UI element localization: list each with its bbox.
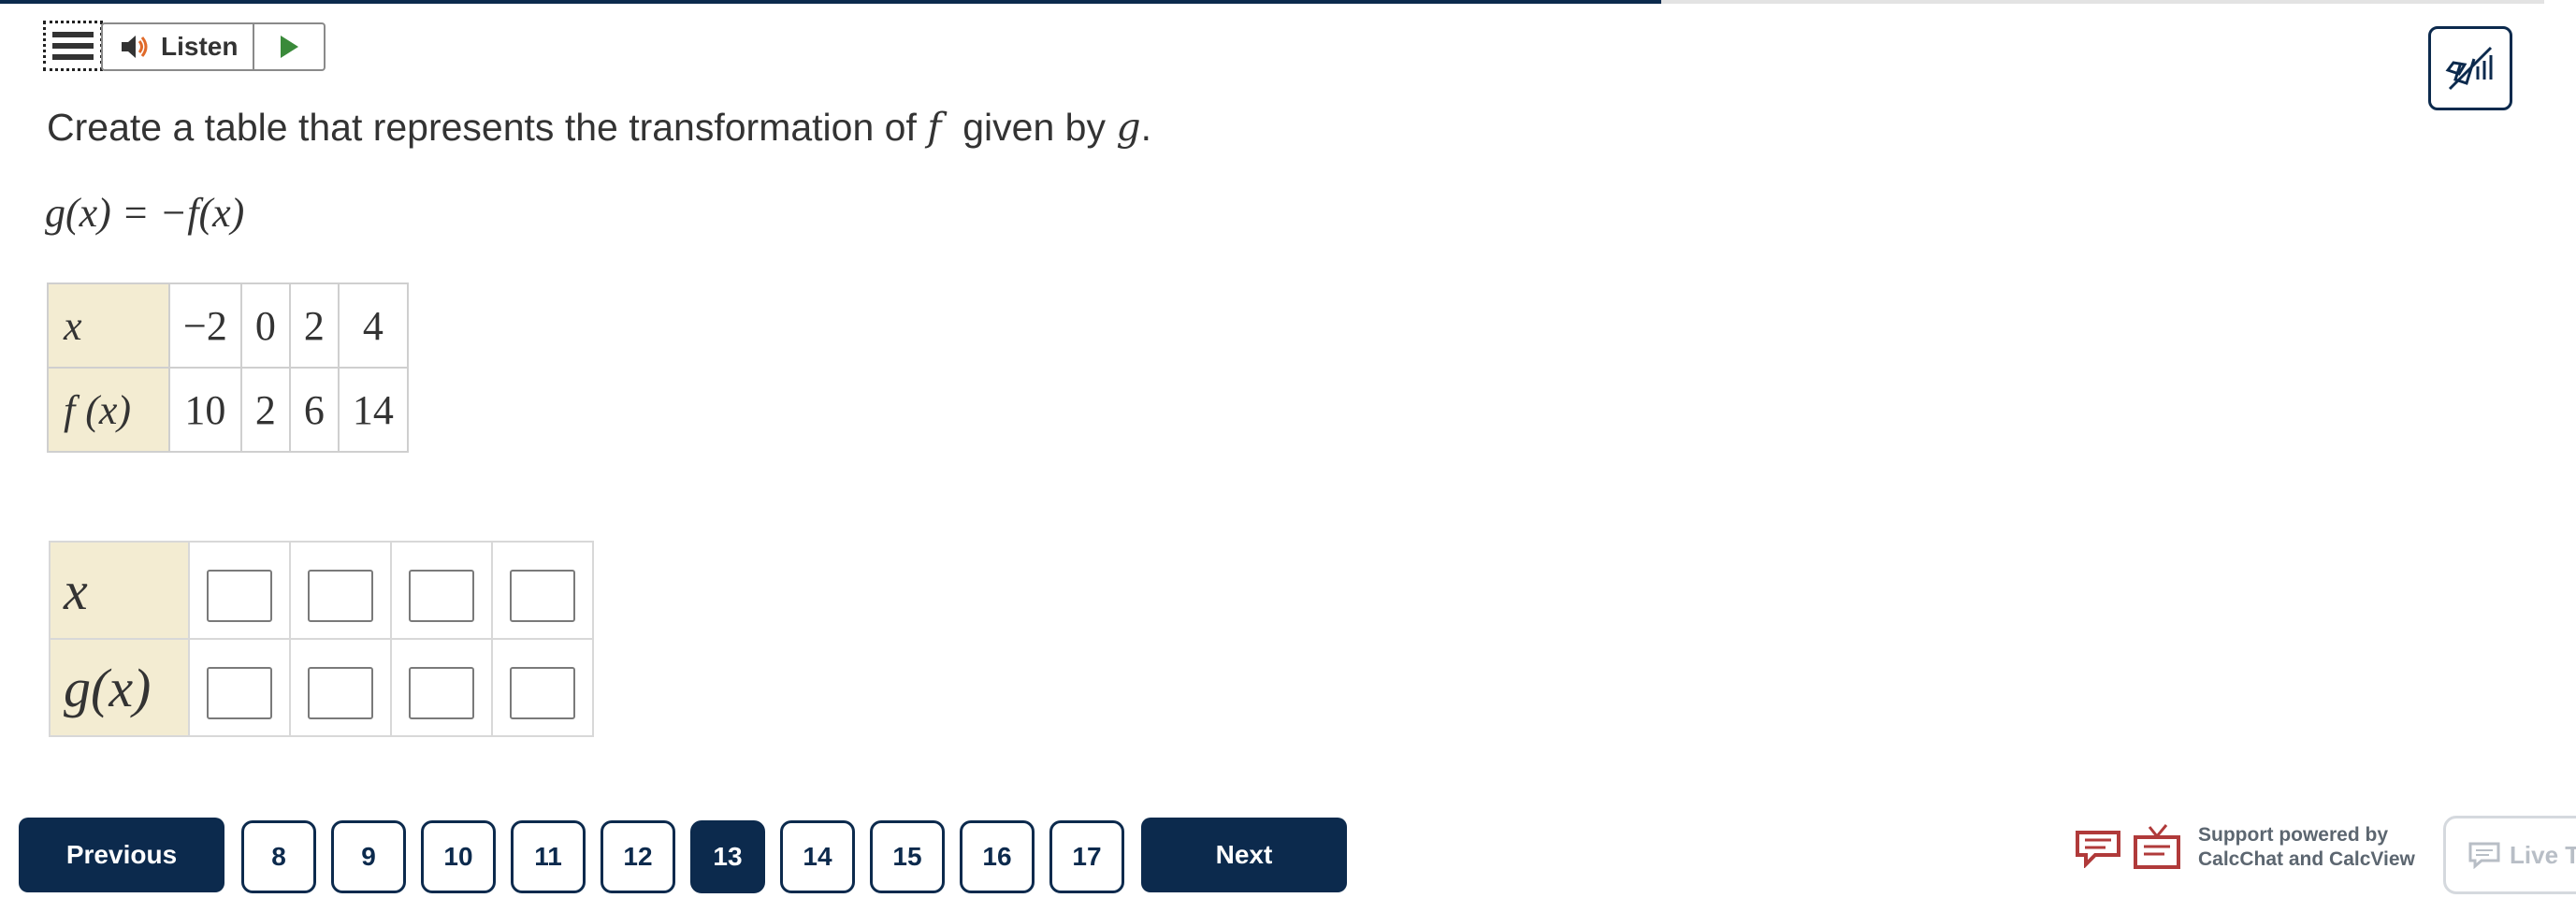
tv-icon[interactable] xyxy=(2133,823,2181,872)
progress-bar xyxy=(0,0,2544,4)
page-button-12[interactable]: 12 xyxy=(601,820,675,893)
mute-button[interactable] xyxy=(2428,26,2512,110)
page-button-10[interactable]: 10 xyxy=(421,820,496,893)
table-row: f (x) 10 2 6 14 xyxy=(47,367,409,453)
answer-cell xyxy=(188,638,291,737)
live-tutor-button[interactable]: Live Tutor xyxy=(2443,816,2576,894)
question-suffix: . xyxy=(1140,106,1152,149)
fx-value: 2 xyxy=(239,367,291,453)
listen-label: Listen xyxy=(161,32,239,61)
listen-button[interactable]: Listen xyxy=(103,24,254,69)
hamburger-menu-icon-bar xyxy=(52,43,94,49)
x-value: 4 xyxy=(337,282,409,369)
chat-icon xyxy=(2468,842,2500,869)
page-button-15[interactable]: 15 xyxy=(870,820,945,893)
previous-button[interactable]: Previous xyxy=(19,818,224,892)
play-button[interactable] xyxy=(254,24,324,69)
answer-cell xyxy=(491,541,594,640)
play-icon xyxy=(281,36,298,58)
answer-table: x g(x) xyxy=(49,541,594,737)
equation-text: g(x) = −f(x) xyxy=(45,190,245,236)
chat-bubble-icon[interactable] xyxy=(2075,827,2121,868)
answer-cell xyxy=(188,541,291,640)
mute-audio-icon xyxy=(2445,46,2493,91)
progress-fill xyxy=(0,0,1661,4)
next-button[interactable]: Next xyxy=(1141,818,1347,892)
given-function-table: x −2 0 2 4 f (x) 10 2 6 14 xyxy=(47,282,409,453)
hamburger-menu-icon-bar xyxy=(52,54,94,60)
function-f: f xyxy=(927,105,942,150)
gx-answer-input-1[interactable] xyxy=(207,666,272,719)
answer-cell xyxy=(289,541,392,640)
gx-answer-input-3[interactable] xyxy=(409,666,474,719)
answer-cell xyxy=(390,541,493,640)
fx-value: 6 xyxy=(288,367,340,453)
listen-toolbar: Listen xyxy=(101,22,326,71)
x-header: x xyxy=(49,541,190,640)
answer-cell xyxy=(491,638,594,737)
page-button-8[interactable]: 8 xyxy=(241,820,316,893)
x-value: −2 xyxy=(168,282,242,369)
answer-cell xyxy=(289,638,392,737)
fx-header: f (x) xyxy=(47,367,170,453)
x-answer-input-1[interactable] xyxy=(207,569,272,622)
function-g: g xyxy=(1116,105,1141,150)
gx-answer-input-2[interactable] xyxy=(308,666,373,719)
speaker-icon xyxy=(122,36,148,58)
page-button-16[interactable]: 16 xyxy=(960,820,1035,893)
live-tutor-label: Live Tutor xyxy=(2510,840,2576,869)
hamburger-menu-icon xyxy=(52,32,94,37)
table-row: g(x) xyxy=(49,638,594,737)
gx-answer-input-4[interactable] xyxy=(510,666,575,719)
page-button-13-current[interactable]: 13 xyxy=(690,820,765,893)
x-header: x xyxy=(47,282,170,369)
question-prefix: Create a table that represents the trans… xyxy=(47,106,917,149)
gx-header: g(x) xyxy=(49,638,190,737)
menu-button[interactable] xyxy=(43,21,103,71)
fx-value: 14 xyxy=(337,367,409,453)
x-answer-input-4[interactable] xyxy=(510,569,575,622)
x-value: 2 xyxy=(288,282,340,369)
transformation-equation: g(x) = −f(x) xyxy=(45,189,244,237)
page-button-14[interactable]: 14 xyxy=(780,820,855,893)
table-row: x −2 0 2 4 xyxy=(47,282,409,369)
support-line-2: CalcChat and CalcView xyxy=(2198,848,2415,870)
support-text: Support powered by CalcChat and CalcView xyxy=(2198,823,2415,872)
answer-cell xyxy=(390,638,493,737)
question-prompt: Create a table that represents the trans… xyxy=(47,105,1151,150)
page-button-11[interactable]: 11 xyxy=(511,820,586,893)
x-answer-input-3[interactable] xyxy=(409,569,474,622)
question-middle: given by xyxy=(962,106,1106,149)
x-value: 0 xyxy=(239,282,291,369)
support-line-1: Support powered by xyxy=(2198,824,2389,846)
support-links: Support powered by CalcChat and CalcView xyxy=(2075,823,2415,872)
table-row: x xyxy=(49,541,594,640)
fx-value: 10 xyxy=(168,367,242,453)
page-button-9[interactable]: 9 xyxy=(331,820,406,893)
page-button-17[interactable]: 17 xyxy=(1049,820,1124,893)
x-answer-input-2[interactable] xyxy=(308,569,373,622)
